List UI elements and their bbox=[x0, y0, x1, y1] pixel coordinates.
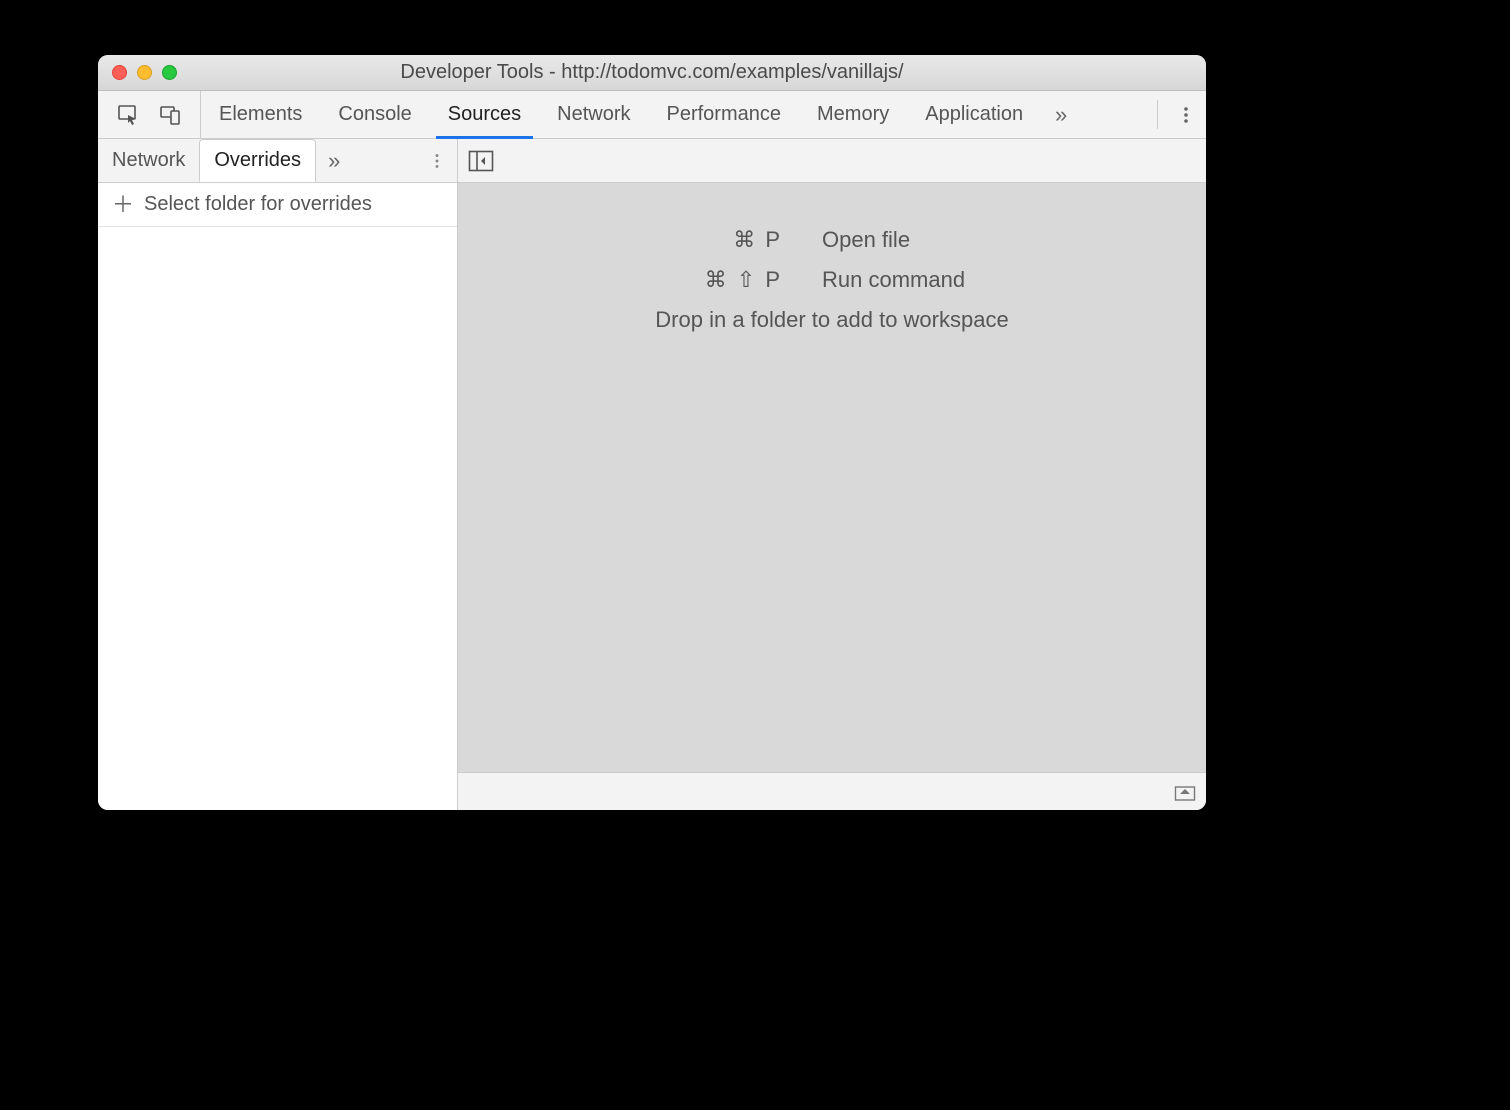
editor-content[interactable]: ⌘ P Open file ⌘ ⇧ P Run command Drop in a f… bbox=[458, 183, 1206, 772]
minimize-window-button[interactable] bbox=[137, 65, 152, 80]
tab-network[interactable]: Network bbox=[539, 91, 648, 138]
dropzone-hint: Drop in a folder to add to workspace bbox=[655, 307, 1008, 333]
settings-menu-icon[interactable] bbox=[1166, 105, 1206, 125]
window-title: Developer Tools - http://todomvc.com/exa… bbox=[98, 61, 1206, 84]
shortcut-label: Run command bbox=[822, 267, 1002, 293]
separator bbox=[1157, 100, 1158, 128]
console-drawer-toggle-icon[interactable] bbox=[1174, 782, 1196, 802]
shortcut-label: Open file bbox=[822, 227, 1002, 253]
tab-sources[interactable]: Sources bbox=[430, 91, 539, 138]
editor-toolbar bbox=[458, 139, 1206, 183]
inspect-element-icon[interactable] bbox=[116, 103, 140, 127]
main-tab-strip: ElementsConsoleSourcesNetworkPerformance… bbox=[98, 91, 1206, 139]
shortcut-row: ⌘ ⇧ P Run command bbox=[662, 267, 1002, 293]
devtools-window: Developer Tools - http://todomvc.com/exa… bbox=[98, 55, 1206, 810]
titlebar: Developer Tools - http://todomvc.com/exa… bbox=[98, 55, 1206, 91]
close-window-button[interactable] bbox=[112, 65, 127, 80]
inspector-toolbar bbox=[98, 91, 201, 138]
shortcut-keys: ⌘ P bbox=[662, 227, 782, 253]
sidebar-menu-icon[interactable] bbox=[417, 152, 457, 170]
plus-icon: ＋ bbox=[112, 194, 134, 216]
tab-console[interactable]: Console bbox=[320, 91, 429, 138]
toggle-device-toolbar-icon[interactable] bbox=[158, 103, 182, 127]
editor-footer bbox=[458, 772, 1206, 810]
traffic-lights bbox=[112, 65, 177, 80]
shortcut-keys: ⌘ ⇧ P bbox=[662, 267, 782, 293]
select-folder-label: Select folder for overrides bbox=[144, 193, 372, 216]
main-tabs-overflow-icon[interactable]: » bbox=[1041, 102, 1081, 128]
editor-pane: ⌘ P Open file ⌘ ⇧ P Run command Drop in a f… bbox=[458, 139, 1206, 810]
panel-body: NetworkOverrides » ＋ Select folder for o… bbox=[98, 139, 1206, 810]
tab-memory[interactable]: Memory bbox=[799, 91, 907, 138]
tab-application[interactable]: Application bbox=[907, 91, 1041, 138]
shortcut-hints: ⌘ P Open file ⌘ ⇧ P Run command Drop in a f… bbox=[458, 227, 1206, 333]
sidebar-tab-network[interactable]: Network bbox=[98, 139, 199, 182]
zoom-window-button[interactable] bbox=[162, 65, 177, 80]
sources-sidebar: NetworkOverrides » ＋ Select folder for o… bbox=[98, 139, 458, 810]
main-tabs-right-tools bbox=[1149, 91, 1206, 138]
shortcut-row: ⌘ P Open file bbox=[662, 227, 1002, 253]
tab-performance[interactable]: Performance bbox=[649, 91, 800, 138]
sidebar-tabs-overflow-icon[interactable]: » bbox=[316, 148, 352, 174]
toggle-navigator-icon[interactable] bbox=[468, 150, 494, 172]
tab-elements[interactable]: Elements bbox=[201, 91, 320, 138]
select-folder-for-overrides-button[interactable]: ＋ Select folder for overrides bbox=[98, 183, 457, 227]
sidebar-tab-strip: NetworkOverrides » bbox=[98, 139, 457, 183]
sidebar-tab-overrides[interactable]: Overrides bbox=[199, 139, 316, 182]
